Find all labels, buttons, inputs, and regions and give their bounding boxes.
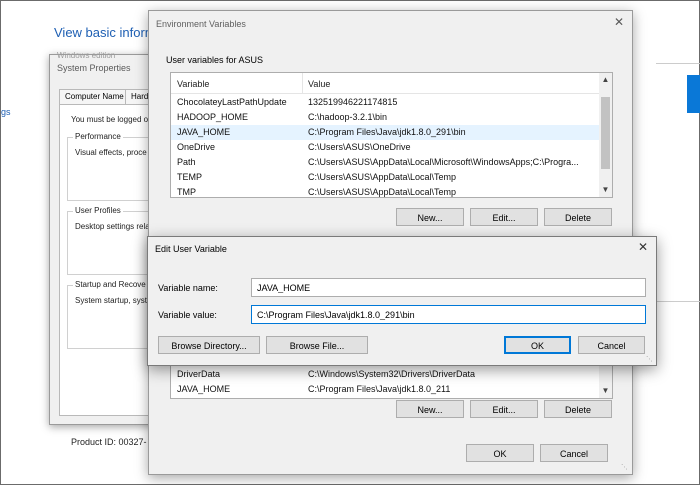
variable-name: ChocolateyLastPathUpdate — [177, 97, 287, 107]
variable-value: C:\Program Files\Java\jdk1.8.0_211 — [308, 384, 451, 394]
window-title: System Properties — [57, 63, 131, 73]
variable-value: C:\Users\ASUS\OneDrive — [308, 142, 411, 152]
admin-note: You must be logged o — [71, 115, 149, 124]
browse-file-button[interactable]: Browse File... — [266, 336, 368, 354]
variable-name-input[interactable] — [251, 278, 646, 297]
variable-value: C:\Users\ASUS\AppData\Local\Temp — [308, 187, 457, 197]
variable-value: C:\Windows\System32\Drivers\DriverData — [308, 369, 476, 379]
list-item-selected[interactable]: JAVA_HOME C:\Program Files\Java\jdk1.8.0… — [171, 125, 599, 140]
scroll-down-icon[interactable]: ▼ — [599, 384, 612, 398]
system-edit-button[interactable]: Edit... — [470, 400, 538, 418]
variable-value: C:\Program Files\Java\jdk1.8.0_291\bin — [308, 127, 466, 137]
column-separator[interactable] — [302, 73, 303, 93]
page-heading: View basic inform — [54, 25, 156, 40]
performance-text: Visual effects, proce — [75, 148, 147, 157]
column-header-value[interactable]: Value — [308, 79, 330, 89]
list-item[interactable]: HADOOP_HOME C:\hadoop-3.2.1\bin — [171, 110, 599, 125]
system-delete-button[interactable]: Delete — [544, 400, 612, 418]
tab-computer-name[interactable]: Computer Name — [59, 89, 130, 104]
variable-name: TMP — [177, 187, 196, 197]
vertical-scrollbar[interactable]: ▼ — [599, 366, 612, 398]
variable-value-input[interactable] — [251, 305, 646, 324]
list-item[interactable]: OneDrive C:\Users\ASUS\OneDrive — [171, 140, 599, 155]
product-id-text: Product ID: 00327- — [71, 437, 147, 447]
close-icon[interactable]: ✕ — [636, 240, 650, 254]
window-title: Environment Variables — [156, 19, 246, 29]
performance-label: Performance — [73, 132, 123, 141]
user-new-button[interactable]: New... — [396, 208, 464, 226]
variable-name: DriverData — [177, 369, 221, 379]
variable-value: C:\hadoop-3.2.1\bin — [308, 112, 388, 122]
ok-button[interactable]: OK — [504, 336, 571, 354]
variable-value: 132519946221174815 — [308, 97, 398, 107]
ok-button[interactable]: OK — [466, 444, 534, 462]
list-item[interactable]: ChocolateyLastPathUpdate 132519946221174… — [171, 95, 599, 110]
user-variables-list[interactable]: Variable Value ChocolateyLastPathUpdate … — [170, 72, 613, 198]
scroll-up-icon[interactable]: ▲ — [599, 73, 612, 87]
variable-value: C:\Users\ASUS\AppData\Local\Microsoft\Wi… — [308, 157, 579, 167]
list-header: Variable Value — [171, 73, 599, 94]
list-item[interactable]: TMP C:\Users\ASUS\AppData\Local\Temp — [171, 185, 599, 197]
user-variables-label: User variables for ASUS — [166, 55, 264, 65]
windows-logo-icon — [687, 75, 700, 113]
system-properties-window: Windows edition System Properties Comput… — [49, 51, 171, 425]
vertical-scrollbar[interactable]: ▲ ▼ — [599, 73, 612, 197]
variable-name: HADOOP_HOME — [177, 112, 249, 122]
variable-name: JAVA_HOME — [177, 384, 231, 394]
variable-value: C:\Users\ASUS\AppData\Local\Temp — [308, 172, 457, 182]
divider — [656, 301, 700, 302]
list-item[interactable]: JAVA_HOME C:\Program Files\Java\jdk1.8.0… — [171, 382, 599, 397]
user-delete-button[interactable]: Delete — [544, 208, 612, 226]
cancel-button[interactable]: Cancel — [578, 336, 645, 354]
divider — [656, 63, 700, 64]
user-profiles-text: Desktop settings rela — [75, 222, 150, 231]
variable-name: Path — [177, 157, 196, 167]
system-variables-list[interactable]: DriverData C:\Windows\System32\Drivers\D… — [170, 365, 613, 399]
variable-name-label: Variable name: — [158, 283, 218, 293]
column-header-variable[interactable]: Variable — [177, 79, 209, 89]
scrollbar-thumb[interactable] — [601, 97, 610, 169]
variable-name: OneDrive — [177, 142, 216, 152]
variable-name: TEMP — [177, 172, 203, 182]
system-new-button[interactable]: New... — [396, 400, 464, 418]
list-item[interactable]: DriverData C:\Windows\System32\Drivers\D… — [171, 367, 599, 382]
resize-grip-icon[interactable]: ⋱ — [646, 355, 653, 363]
variable-value-label: Variable value: — [158, 310, 217, 320]
startup-text: System startup, syst — [75, 296, 148, 305]
edit-user-variable-dialog: Edit User Variable ✕ Variable name: Vari… — [147, 236, 657, 366]
startup-label: Startup and Recove — [73, 280, 148, 289]
resize-grip-icon[interactable]: ⋱ — [621, 463, 629, 471]
user-edit-button[interactable]: Edit... — [470, 208, 538, 226]
list-item[interactable]: TEMP C:\Users\ASUS\AppData\Local\Temp — [171, 170, 599, 185]
window-ghost-title: Windows edition — [57, 51, 116, 60]
user-profiles-label: User Profiles — [73, 206, 123, 215]
list-item[interactable]: Path C:\Users\ASUS\AppData\Local\Microso… — [171, 155, 599, 170]
dialog-title: Edit User Variable — [155, 244, 227, 254]
variable-name: JAVA_HOME — [177, 127, 231, 137]
browse-directory-button[interactable]: Browse Directory... — [158, 336, 260, 354]
cancel-button[interactable]: Cancel — [540, 444, 608, 462]
scroll-down-icon[interactable]: ▼ — [599, 183, 612, 197]
close-icon[interactable]: ✕ — [612, 15, 626, 29]
sidebar-link-fragment[interactable]: gs — [1, 107, 11, 117]
